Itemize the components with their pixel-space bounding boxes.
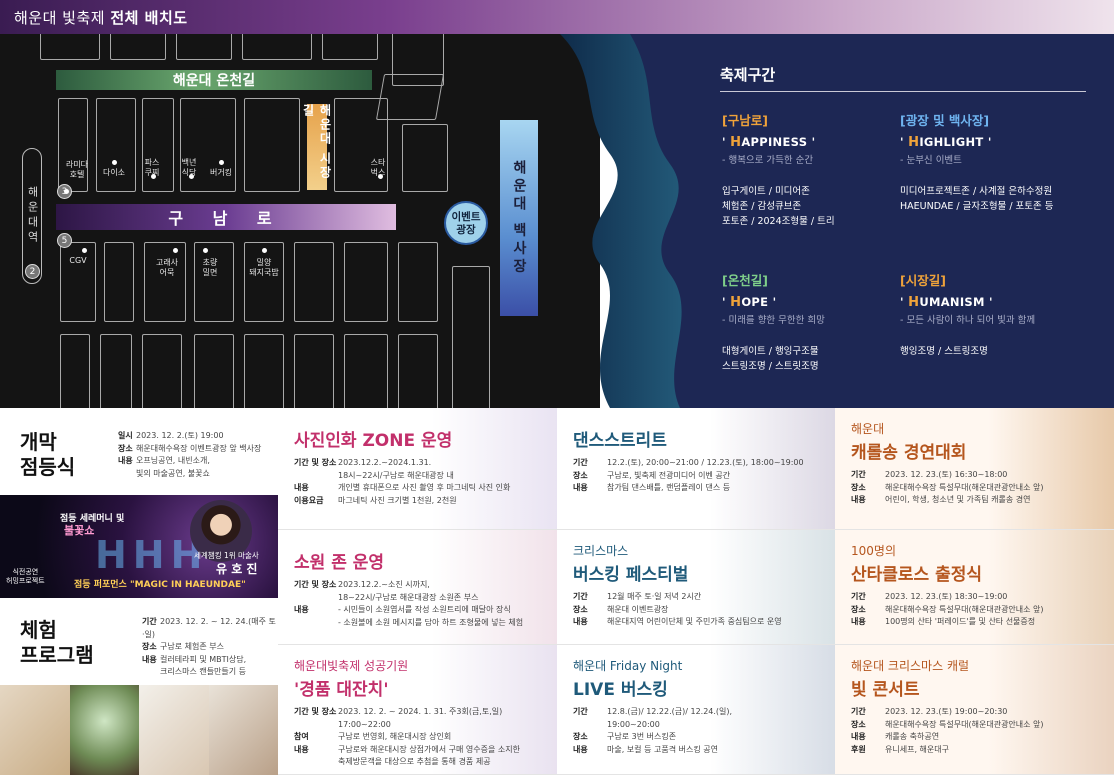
exit-2: 2 <box>25 264 40 279</box>
opening-ceremony: 개막 점등식 일시 2023. 12. 2.(토) 19:00 장소 해운대해수욕장 … <box>0 408 278 495</box>
page-title: 해운대 빛축제 전체 배치도 <box>14 9 188 27</box>
event-card-friday: 해운대 Friday Night LIVE 버스킹기간 12.8.(금)/ 12.2… <box>557 645 835 775</box>
zone-sijang: [시장길] ' HUMANISM ' - 모든 사람이 하나 되어 빛과 함께 … <box>900 273 1036 357</box>
event-card-kicker: 100명의 <box>851 544 896 558</box>
event-card-santa: 100명의산타클로스 출정식기간 2023. 12. 23.(토) 18:30~1… <box>835 530 1114 645</box>
poi-chorang: 초량 밀면 <box>202 258 218 277</box>
event-card-title: 빛 콘서트 <box>851 680 920 700</box>
event-card-title: 소원 존 운영 <box>294 553 385 573</box>
event-card-info: 기간 12.2.(토), 20:00~21:00 / 12.23.(토), 18:… <box>573 458 804 492</box>
header-bar: 해운대 빛축제 전체 배치도 <box>0 0 1114 34</box>
experience-program: 체험 프로그램 기간 2023. 12. 2. ~ 12. 24.(매주 토·일) … <box>0 598 278 685</box>
experience-photos <box>0 685 278 775</box>
event-card-info: 기간 2023. 12. 23.(토) 19:00~20:30 장소 해운대해수욕장 … <box>851 707 1044 754</box>
festival-map: 해운대 온천길 구 남 로 해운대 시장길 해운대 백사장 해운대역 3 5 2… <box>0 34 600 408</box>
poi-gorae: 고래사 어묵 <box>155 258 179 277</box>
event-card-kicker: 해운대 Friday Night <box>573 659 683 673</box>
opening-info: 일시 2023. 12. 2.(토) 19:00 장소 해운대해수욕장 이벤트광장 … <box>118 431 262 478</box>
event-card-title: 사진인화 ZONE 운영 <box>294 431 453 451</box>
event-card-info: 기간 12월 매주 토·일 저녁 2시간 장소 해운대 이벤트광장 내용 해운대지역 어린… <box>573 592 782 626</box>
exit-5: 5 <box>57 233 72 248</box>
zone-onchen: [온천길] ' HOPE ' - 미래를 향한 무한한 희망 대형게이트 / 행… <box>722 273 825 372</box>
poi-starbucks: 스타 벅스 <box>370 158 386 177</box>
festival-zones-title: 축제구간 <box>720 64 1086 92</box>
event-card-info: 기간 2023. 12. 23.(토) 16:30~18:00 장소 해운대해수욕장 … <box>851 470 1044 504</box>
experience-title: 체험 프로그램 <box>20 618 94 667</box>
event-card-carol: 해운대캐롤송 경연대회기간 2023. 12. 23.(토) 16:30~18:0… <box>835 408 1114 530</box>
event-card-info: 기간 및 장소 2023. 12. 2. ~ 2024. 1. 31. 주3회(금… <box>294 707 520 766</box>
road-sijang: 해운대 시장길 <box>301 104 332 190</box>
poi-cgv: CGV <box>69 256 87 265</box>
poi-burgerking: 버거킹 <box>209 168 233 177</box>
zone-gunam: [구남로] ' HAPPINESS ' - 행복으로 가득한 순간 입구게이트 … <box>722 113 835 227</box>
road-onchen: 해운대 온천길 <box>56 70 372 90</box>
opening-photo: HHH 점등 세레머니 및 불꽃쇼 세계챔킹 1위 마술사 유 호 진 점등 퍼… <box>0 495 278 598</box>
opening-title: 개막 점등식 <box>20 430 76 479</box>
event-card-kicker: 해운대 크리스마스 캐럴 <box>851 659 970 673</box>
zone-beach: 해운대 백사장 <box>500 120 538 316</box>
festival-zones-panel: 축제구간 [구남로] ' HAPPINESS ' - 행복으로 가득한 순간 입… <box>700 34 1114 408</box>
event-card-info: 기간 및 장소 2023.12.2.~2024.1.31. 18시~22시/구남로 … <box>294 458 511 505</box>
event-card-kicker: 해운대 <box>851 422 885 436</box>
event-card-title: 버스킹 페스티벌 <box>573 565 689 585</box>
event-card-photo-zone: 사진인화 ZONE 운영기간 및 장소 2023.12.2.~2024.1.31.… <box>278 408 557 530</box>
experience-info: 기간 2023. 12. 2. ~ 12. 24.(매주 토·일) 장소 구남로 체… <box>142 617 276 676</box>
event-card-title: 캐롤송 경연대회 <box>851 443 967 463</box>
event-card-kicker: 크리스마스 <box>573 544 629 558</box>
poi-pasikuri: 파스 쿠찌 <box>144 158 160 177</box>
event-card-title: '경품 대잔치' <box>294 680 389 700</box>
event-card-title: 댄스스트리트 <box>573 431 667 451</box>
event-card-info: 기간 12.8.(금)/ 12.22.(금)/ 12.24.(일), 19:00~2… <box>573 707 733 754</box>
road-gunam: 구 남 로 <box>56 204 396 230</box>
poi-daiso: 다이소 <box>102 168 126 177</box>
event-card-info: 기간 2023. 12. 23.(토) 18:30~19:00 장소 해운대해수욕장 … <box>851 592 1044 626</box>
event-card-lottery: 해운대빛축제 성공기원 '경품 대잔치' 기간 및 장소 2023. 12. 2. ~… <box>278 645 557 775</box>
event-plaza: 이벤트 광장 <box>444 201 488 245</box>
poi-mirang: 밀양 돼지국밥 <box>249 258 279 277</box>
event-card-busking-fest: 크리스마스버스킹 페스티벌기간 12월 매주 토·일 저녁 2시간 장소 해운대 이벤… <box>557 530 835 645</box>
event-card-title: 산타클로스 출정식 <box>851 565 983 585</box>
event-card-wish: 소원 존 운영기간 및 장소 2023.12.2.~소진 시까지, 18~22시/구… <box>278 530 557 645</box>
event-card-concert: 해운대 크리스마스 캐럴빛 콘서트기간 2023. 12. 23.(토) 19:0… <box>835 645 1114 775</box>
poi-lamida: 라미다 호텔 <box>65 160 89 179</box>
poi-baeknyeon: 백년 식당 <box>181 158 197 177</box>
event-card-kicker: 해운대빛축제 성공기원 <box>294 659 409 673</box>
event-card-dance: 댄스스트리트기간 12.2.(토), 20:00~21:00 / 12.23.(토… <box>557 408 835 530</box>
event-card-title: LIVE 버스킹 <box>573 680 668 700</box>
zone-plaza-beach: [광장 및 백사장] ' HIGHLIGHT ' - 눈부신 이벤트 미디어프로… <box>900 113 1054 212</box>
event-card-info: 기간 및 장소 2023.12.2.~소진 시까지, 18~22시/구남로 해운대광… <box>294 580 524 627</box>
